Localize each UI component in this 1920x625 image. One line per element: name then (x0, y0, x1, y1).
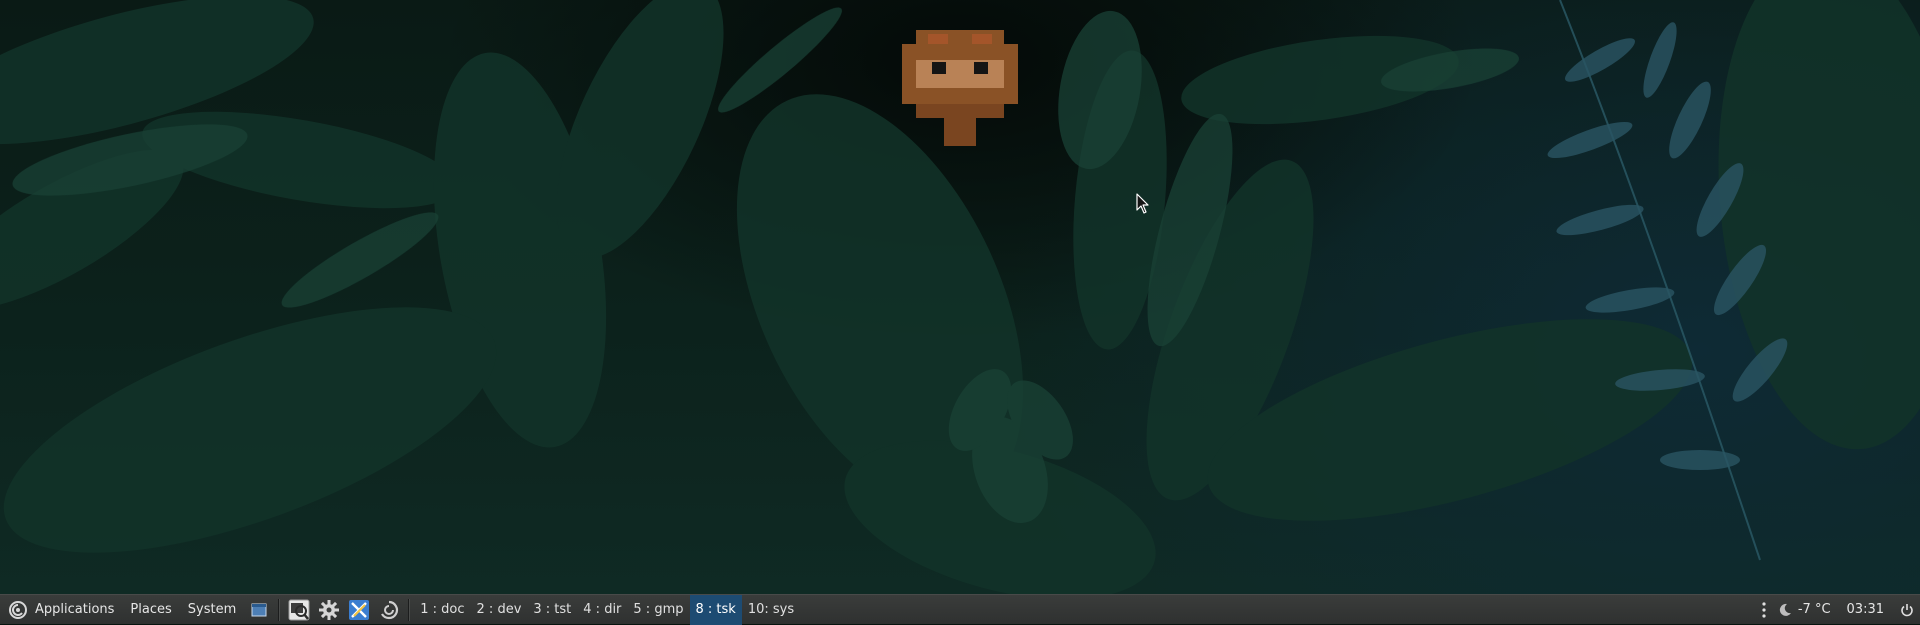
workspace-2[interactable]: 2 : dev (471, 595, 528, 625)
separator (278, 599, 280, 621)
applications-label: Applications (35, 602, 114, 617)
workspace-10[interactable]: 10: sys (742, 595, 800, 625)
workspace-5[interactable]: 5 : gmp (627, 595, 689, 625)
system-tray: -7 °C 03:31 (1756, 595, 1920, 625)
separator (408, 599, 410, 621)
applications-menu[interactable]: Applications (0, 595, 122, 625)
clock[interactable]: 03:31 (1837, 595, 1894, 625)
workspace-8[interactable]: 8 : tsk (690, 595, 742, 625)
pixel-face-icon[interactable] (888, 30, 1032, 146)
show-desktop-icon[interactable] (247, 598, 271, 622)
settings-gear-icon[interactable] (317, 598, 341, 622)
taskbar: Applications Places System (0, 594, 1920, 624)
mouse-cursor-icon (1136, 193, 1150, 215)
debian-swirl-icon[interactable] (377, 598, 401, 622)
tray-menu-icon[interactable] (1756, 595, 1772, 625)
screenshot-icon[interactable] (287, 598, 311, 622)
moon-icon (1778, 603, 1792, 617)
workspace-4[interactable]: 4 : dir (577, 595, 627, 625)
app-menu-icon (8, 600, 28, 620)
workspace-1[interactable]: 1 : doc (414, 595, 470, 625)
desktop[interactable] (0, 0, 1920, 594)
power-icon[interactable] (1894, 595, 1920, 625)
weather-widget[interactable]: -7 °C (1772, 595, 1837, 625)
system-menu[interactable]: System (180, 595, 244, 625)
workspace-3[interactable]: 3 : tst (527, 595, 577, 625)
editor-icon[interactable] (347, 598, 371, 622)
places-menu[interactable]: Places (122, 595, 179, 625)
temperature: -7 °C (1798, 602, 1831, 617)
